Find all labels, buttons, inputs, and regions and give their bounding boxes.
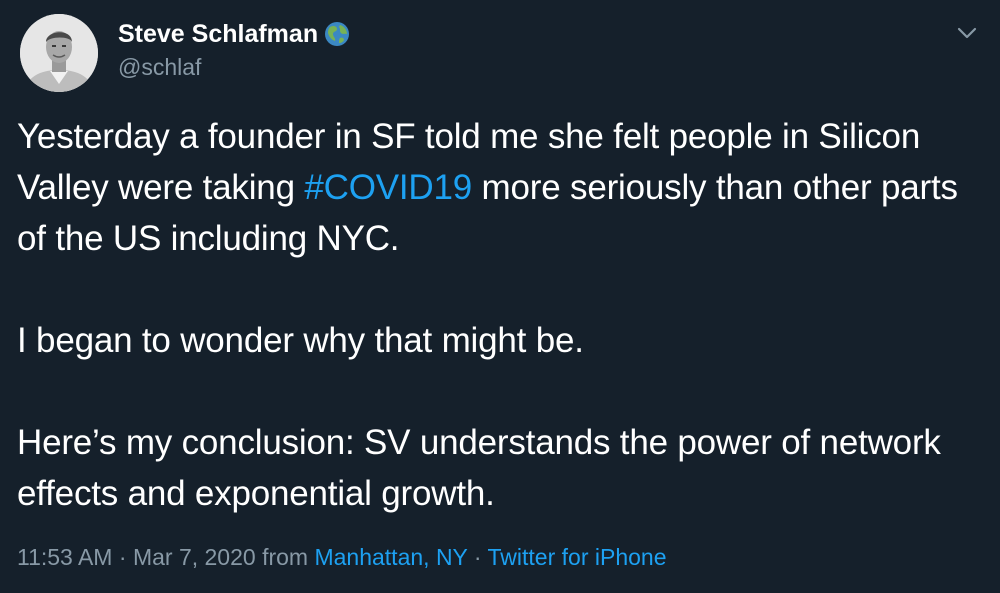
author-display-name[interactable]: Steve Schlafman <box>118 18 350 50</box>
avatar-photo <box>20 14 98 92</box>
from-label: from <box>255 544 315 570</box>
separator-dot: · <box>467 544 488 570</box>
tweet-text: Yesterday a founder in SF told me she fe… <box>17 111 977 519</box>
avatar[interactable] <box>20 14 98 92</box>
tweet-card: Steve Schlafman @schlaf Yesterday a foun… <box>0 0 1000 593</box>
author-handle[interactable]: @schlaf <box>118 52 201 82</box>
globe-icon <box>324 21 350 47</box>
tweet-date[interactable]: Mar 7, 2020 <box>133 544 256 570</box>
tweet-paragraph-2: I began to wonder why that might be. <box>17 321 584 360</box>
tweet-paragraph-1: Yesterday a founder in SF told me she fe… <box>17 111 977 264</box>
source-link[interactable]: Twitter for iPhone <box>488 544 667 570</box>
location-link[interactable]: Manhattan, NY <box>314 544 467 570</box>
separator-dot: · <box>112 544 133 570</box>
hashtag-link[interactable]: #COVID19 <box>304 168 472 207</box>
author-name-text: Steve Schlafman <box>118 20 319 48</box>
tweet-metadata: 11:53 AM · Mar 7, 2020 from Manhattan, N… <box>17 540 666 574</box>
tweet-time[interactable]: 11:53 AM <box>17 544 112 570</box>
chevron-down-icon[interactable] <box>952 20 982 46</box>
tweet-paragraph-3: Here’s my conclusion: SV understands the… <box>17 423 941 513</box>
